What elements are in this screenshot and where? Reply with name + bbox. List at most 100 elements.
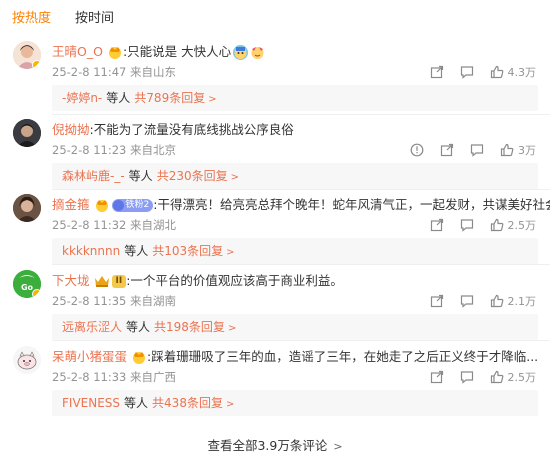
- like-count: 2.1万: [507, 295, 537, 308]
- reply-summary[interactable]: 远离乐涩人 等人 共198条回复 >: [52, 314, 538, 340]
- reply-username[interactable]: FIVENESS: [62, 396, 120, 410]
- comment-text: :一个平台的价值观应该高于商业利益。: [126, 273, 343, 288]
- reply-username[interactable]: 森林屿鹿-_-: [62, 169, 125, 183]
- emoji-icon: [233, 44, 249, 60]
- share-icon: [430, 218, 443, 232]
- verified-badge-icon: [32, 60, 41, 69]
- chevron-right-icon: >: [333, 440, 343, 453]
- reply-connector: 等人: [126, 320, 151, 334]
- comment-item: 呆萌小猪蛋蛋 :踩着珊珊吸了三年的血，造谣了三年，在她走了之后正义终于才降临..…: [0, 346, 550, 420]
- level-badge: II: [111, 274, 127, 288]
- chevron-right-icon: >: [227, 323, 237, 334]
- verified-badge-icon: [32, 289, 41, 298]
- avatar[interactable]: Go: [13, 270, 41, 298]
- share-button[interactable]: [430, 65, 444, 79]
- share-icon: [440, 143, 454, 157]
- comment-icon: [470, 144, 484, 157]
- comment-button[interactable]: [460, 370, 474, 384]
- reply-username[interactable]: kkkknnnn: [62, 244, 120, 258]
- comment-icon: [460, 66, 473, 79]
- comment-location: 来自湖南: [130, 294, 177, 308]
- comment-icon: [460, 219, 473, 232]
- chevron-right-icon: >: [208, 94, 217, 105]
- like-button[interactable]: 2.5万: [490, 217, 536, 233]
- reply-count-link[interactable]: 共789条回复: [134, 91, 205, 105]
- fan-level-badge: 铁粉2: [111, 198, 154, 212]
- comment-location: 来自湖北: [130, 218, 177, 232]
- share-icon: [430, 370, 443, 384]
- info-icon: [410, 143, 424, 157]
- tab-by-time[interactable]: 按时间: [75, 9, 114, 29]
- crown-medal-icon: [107, 45, 123, 59]
- avatar[interactable]: [13, 41, 41, 69]
- like-button[interactable]: 2.5万: [490, 369, 537, 385]
- sort-tabs: 按热度 按时间: [12, 9, 114, 29]
- reply-connector: 等人: [124, 244, 149, 258]
- reply-username[interactable]: 远离乐涩人: [62, 320, 122, 334]
- comment-actions: 3万: [410, 141, 536, 159]
- comment-item: 摘金箍 铁粉2 :干得漂亮！给亮亮总拜个晚年！蛇年风清气正，一起发财，共谋美好社…: [0, 194, 550, 268]
- like-button[interactable]: 2.1万: [490, 293, 537, 309]
- username[interactable]: 呆萌小猪蛋蛋: [52, 347, 127, 367]
- chevron-right-icon: >: [226, 247, 235, 258]
- comment-item: 王晴O_O :只能说是 大快人心 25-2-8 11:47 来自山东 4.3万 …: [0, 41, 550, 115]
- username[interactable]: 摘金箍: [52, 195, 90, 215]
- comment-location: 来自北京: [130, 143, 177, 157]
- comment-text: :不能为了流量没有底线挑战公序良俗: [89, 122, 294, 137]
- reply-summary[interactable]: kkkknnnn 等人 共103条回复 >: [52, 238, 538, 264]
- like-button[interactable]: 4.3万: [490, 64, 537, 80]
- divider: [52, 114, 550, 115]
- comment-meta: 25-2-8 11:32 来自湖北: [52, 216, 176, 234]
- like-count: 4.3万: [507, 66, 537, 79]
- fan-badge-label: 铁粉2: [125, 199, 150, 210]
- comment-icon: [460, 371, 473, 384]
- reply-count-link[interactable]: 共103条回复: [152, 244, 223, 258]
- reply-summary[interactable]: FIVENESS 等人 共438条回复 >: [52, 390, 538, 416]
- username[interactable]: 倪拗拗: [52, 120, 90, 140]
- reply-username[interactable]: -婷婷n-: [62, 91, 102, 105]
- comment-meta: 25-2-8 11:47 来自山东: [52, 63, 176, 81]
- report-button[interactable]: [410, 143, 424, 157]
- view-all-label: 查看全部3.9万条评论: [207, 438, 328, 453]
- comment-button[interactable]: [460, 218, 474, 232]
- username[interactable]: 王晴O_O: [52, 42, 103, 62]
- share-button[interactable]: [430, 294, 444, 308]
- comment-button[interactable]: [460, 294, 474, 308]
- share-button[interactable]: [430, 370, 444, 384]
- comment-location: 来自山东: [130, 65, 177, 79]
- like-button[interactable]: 3万: [500, 142, 536, 158]
- avatar[interactable]: [13, 119, 41, 147]
- comment-item: 倪拗拗 :不能为了流量没有底线挑战公序良俗 25-2-8 11:23 来自北京 …: [0, 119, 550, 193]
- divider: [52, 189, 550, 190]
- like-count: 2.5万: [507, 371, 537, 384]
- comment-button[interactable]: [470, 143, 484, 157]
- reply-connector: 等人: [128, 169, 153, 183]
- comment-text: :只能说是 大快人心: [122, 44, 232, 59]
- avatar[interactable]: [13, 346, 41, 374]
- tab-by-hot[interactable]: 按热度: [12, 9, 51, 29]
- thumbs-up-icon: [490, 65, 503, 79]
- reply-count-link[interactable]: 共198条回复: [154, 320, 225, 334]
- comment-meta: 25-2-8 11:33 来自广西: [52, 368, 176, 386]
- avatar[interactable]: [13, 194, 41, 222]
- comment-text: :干得漂亮！给亮亮总拜个晚年！蛇年风清气正，一起发财，共谋美好社会！: [153, 197, 550, 212]
- party-emoji-icon: [250, 45, 265, 60]
- reply-summary[interactable]: -婷婷n- 等人 共789条回复 >: [52, 85, 538, 111]
- view-all-comments-link[interactable]: 查看全部3.9万条评论 >: [0, 434, 550, 459]
- reply-summary[interactable]: 森林屿鹿-_- 等人 共230条回复 >: [52, 163, 538, 189]
- comment-item: Go 下大垅 II :一个平台的价值观应该高于商业利益。 25-2-8 11:3…: [0, 270, 550, 344]
- username[interactable]: 下大垅: [52, 271, 90, 291]
- comment-time: 25-2-8 11:47: [52, 65, 127, 79]
- reply-connector: 等人: [106, 91, 131, 105]
- fan-badge-icon: [112, 199, 124, 211]
- share-button[interactable]: [430, 218, 444, 232]
- comment-time: 25-2-8 11:33: [52, 370, 127, 384]
- like-count: 3万: [518, 144, 536, 157]
- reply-count-link[interactable]: 共438条回复: [152, 396, 223, 410]
- share-button[interactable]: [440, 143, 454, 157]
- thumbs-up-icon: [490, 370, 503, 384]
- comment-button[interactable]: [460, 65, 474, 79]
- thumbs-up-icon: [490, 218, 503, 232]
- comment-time: 25-2-8 11:23: [52, 143, 127, 157]
- reply-count-link[interactable]: 共230条回复: [157, 169, 228, 183]
